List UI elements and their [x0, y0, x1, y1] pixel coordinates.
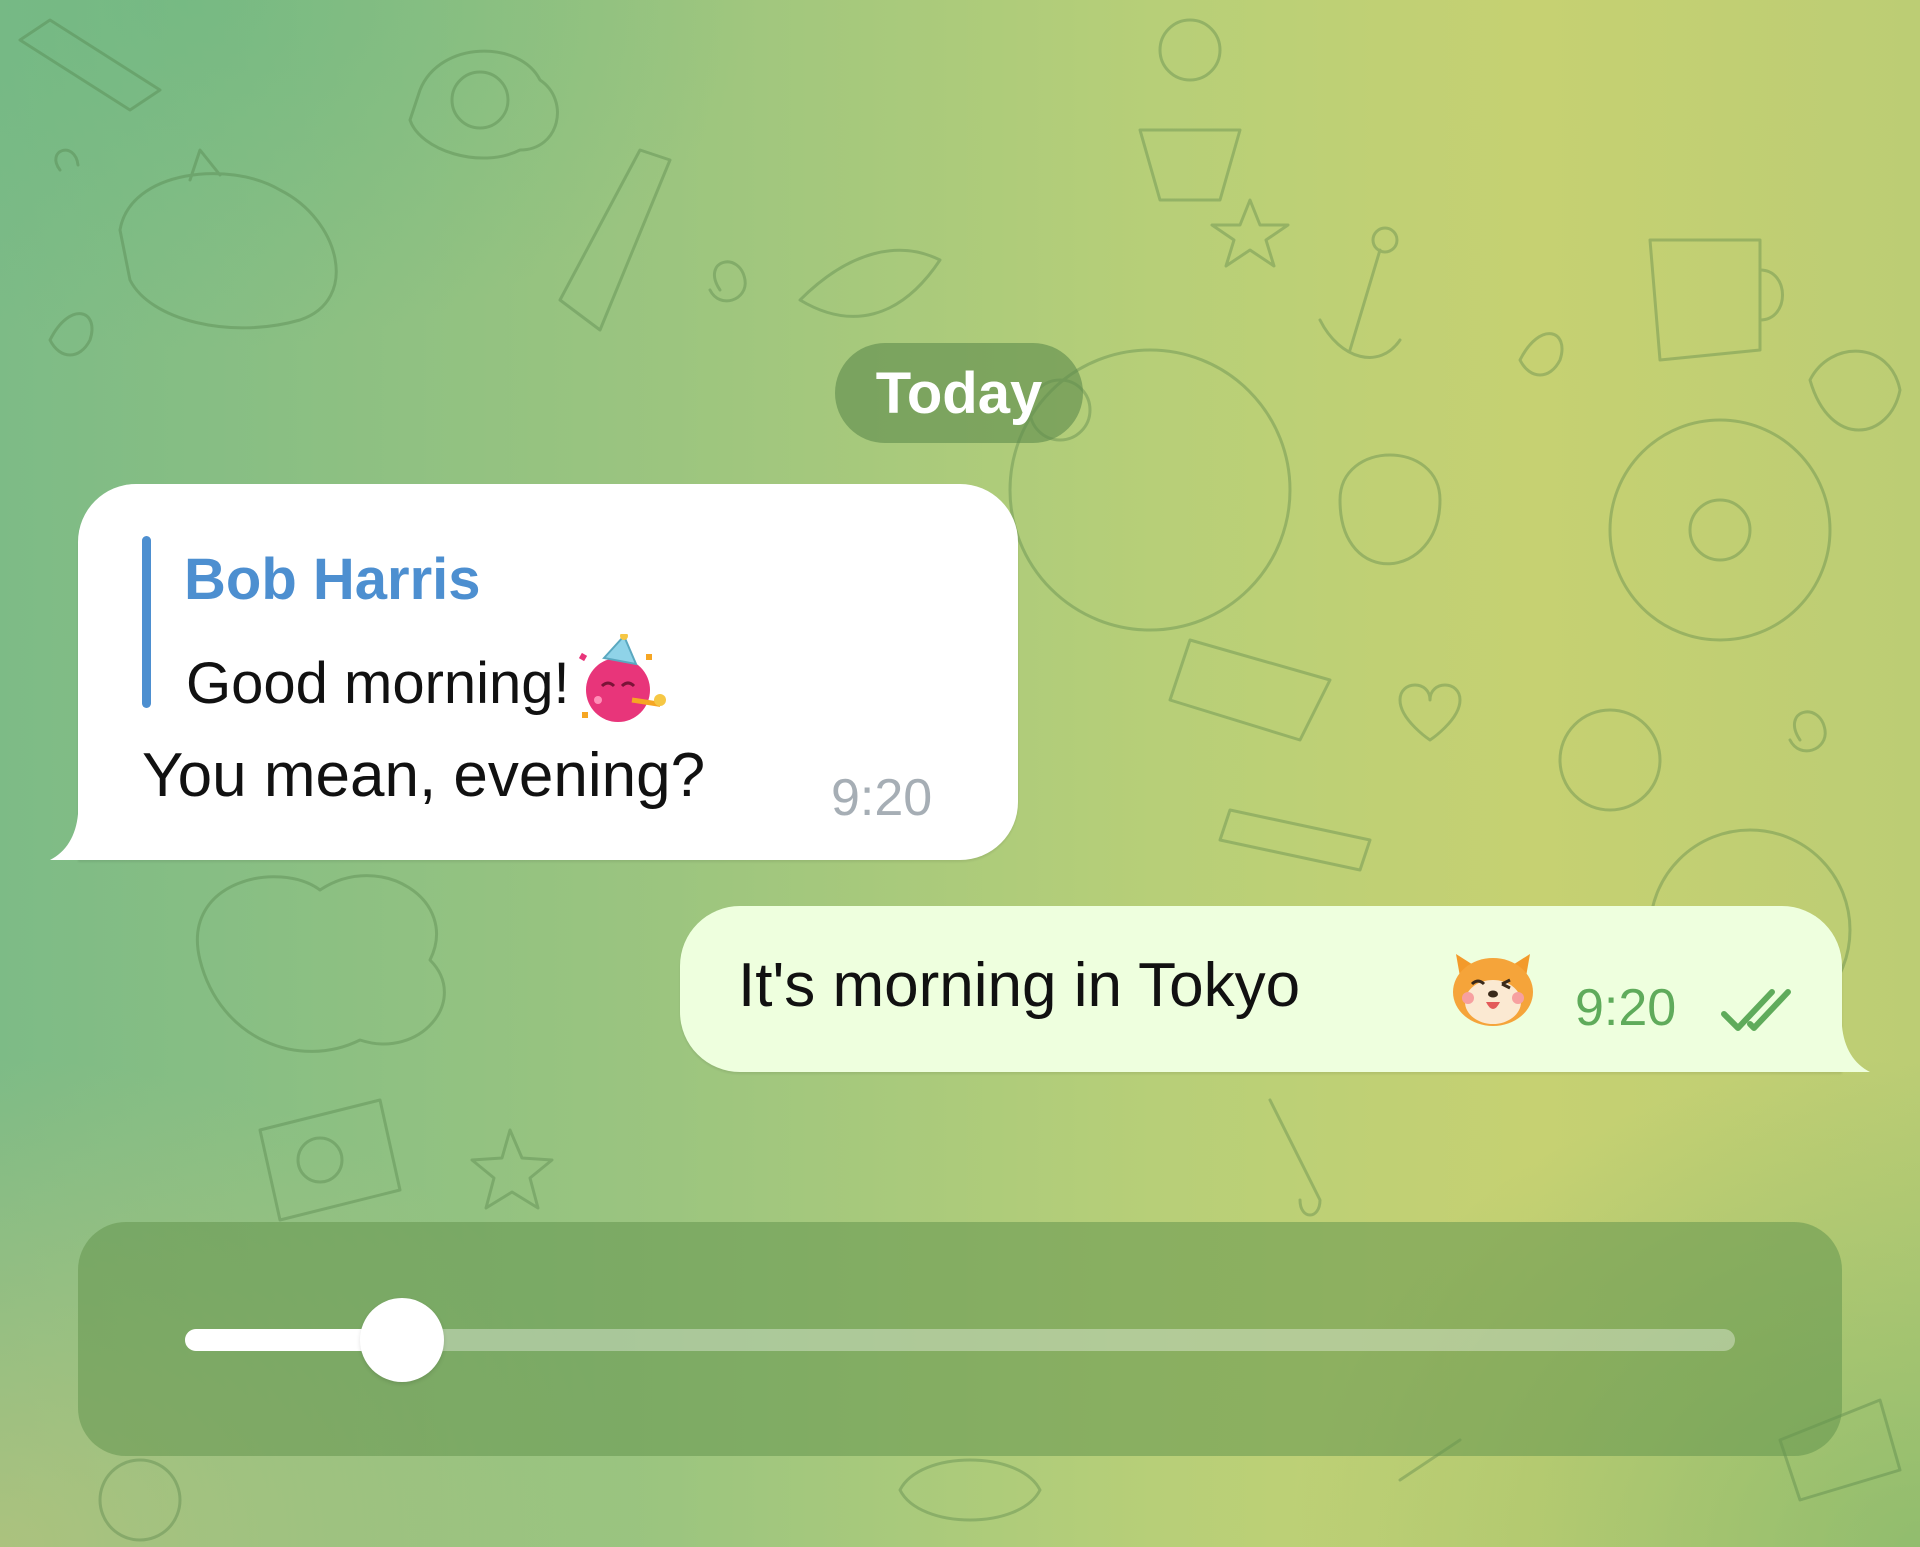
party-face-emoji: [578, 634, 666, 722]
bubble-tail: [1814, 1026, 1870, 1072]
incoming-message-text: You mean, evening?: [142, 741, 706, 810]
slider-track[interactable]: [185, 1298, 1735, 1382]
bubble-tail: [50, 814, 106, 860]
incoming-message-time: 9:20: [831, 769, 933, 827]
date-separator-label: Today: [875, 360, 1043, 426]
reply-accent-bar: [142, 536, 151, 708]
incoming-message-bubble[interactable]: Bob Harris Good morning! You mean, eveni…: [50, 484, 1018, 860]
date-separator-today: Today: [835, 343, 1083, 443]
shiba-dog-emoji: [1453, 954, 1533, 1026]
read-double-check-icon: [1721, 989, 1791, 1031]
outgoing-message-time: 9:20: [1575, 979, 1677, 1037]
reply-quote[interactable]: Bob Harris Good morning!: [142, 536, 842, 722]
reply-author-name: Bob Harris: [184, 547, 481, 612]
reply-quoted-text-label: Good morning!: [186, 650, 570, 716]
slider-panel: [78, 1222, 1842, 1456]
reply-quoted-text: Good morning!: [186, 634, 666, 726]
slider-thumb[interactable]: [360, 1298, 444, 1382]
outgoing-message-bubble[interactable]: It's morning in Tokyo 9:20: [680, 906, 1870, 1072]
chat-screen: { "chat": { "date_separator": "Today", "…: [0, 0, 1920, 1547]
outgoing-message-text: It's morning in Tokyo: [738, 951, 1301, 1020]
